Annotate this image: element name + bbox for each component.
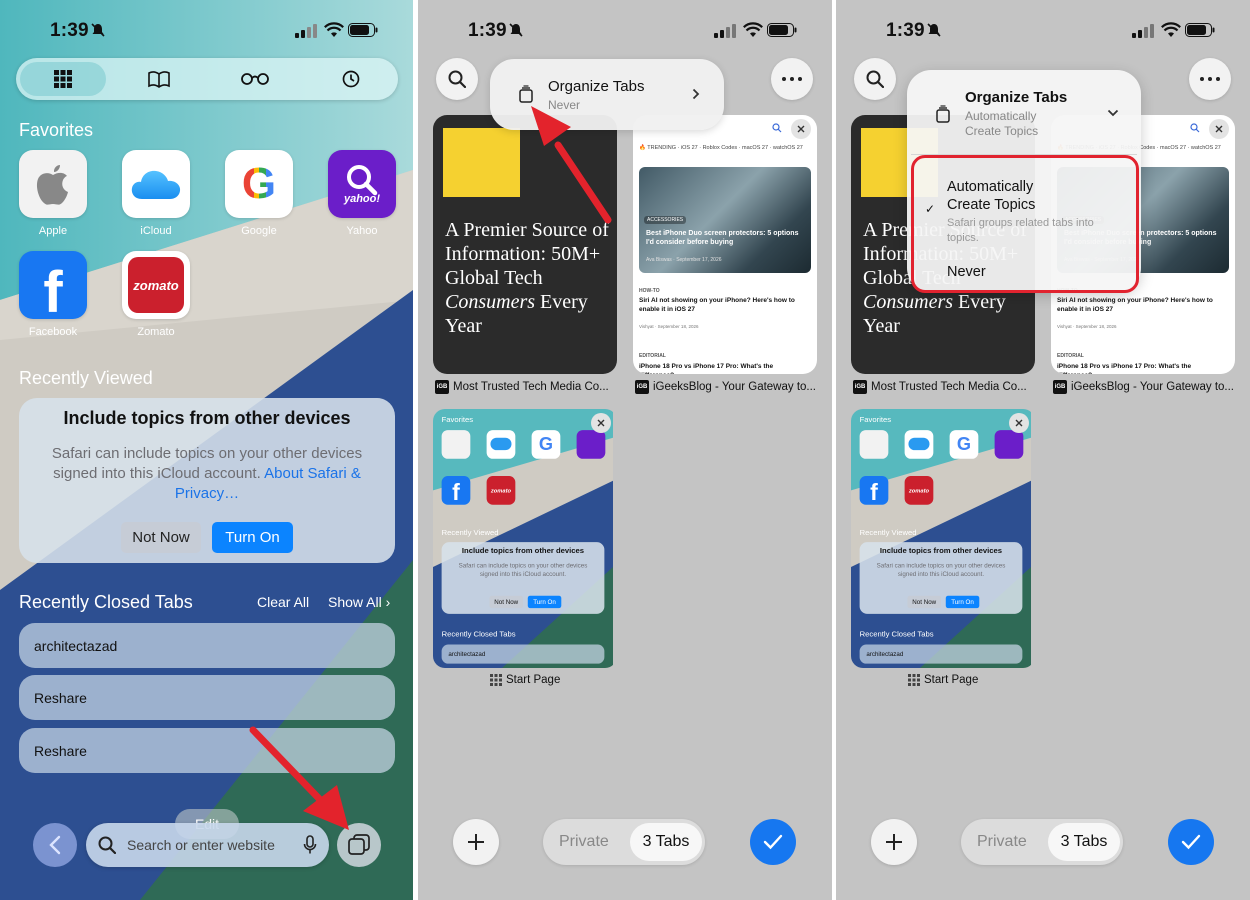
- apple-logo-icon: [441, 430, 471, 459]
- favicon: iGB: [853, 380, 867, 394]
- yahoo-logo-icon: [994, 430, 1024, 459]
- start-page-tab-thumbnail[interactable]: Favorites G f zomato Recently Viewed Inc…: [851, 409, 1035, 668]
- card-title: Include topics from other devices: [879, 546, 1003, 556]
- turn-on-button: Turn On: [527, 595, 562, 609]
- favorites-heading: Favorites: [859, 415, 892, 424]
- search-tabs-button[interactable]: [854, 58, 896, 100]
- new-tab-button[interactable]: [871, 819, 917, 865]
- private-tab-group[interactable]: Private: [559, 833, 609, 851]
- tab-group-switcher: Private 3 Tabs: [961, 819, 1123, 865]
- highlight-box: [911, 155, 1139, 293]
- done-button[interactable]: [750, 819, 796, 865]
- grid-icon: [908, 674, 920, 686]
- start-page-panel: 1:39 Favorites Apple iCloud G Google yah…: [0, 0, 413, 900]
- tab-title: Most Trusted Tech Media Co...: [453, 381, 609, 393]
- tab-stack-icon: [936, 105, 950, 123]
- tab-caption: Start Page: [908, 674, 978, 686]
- tab-group-switcher: Private 3 Tabs: [543, 819, 705, 865]
- close-tab-button[interactable]: [1209, 119, 1229, 139]
- icloud-logo-icon: [904, 430, 934, 459]
- organize-tabs-value: Automatically Create Topics: [965, 109, 1039, 138]
- plus-icon: [468, 834, 484, 850]
- yahoo-logo-icon: [576, 430, 606, 459]
- recently-closed-heading: Recently Closed Tabs: [441, 630, 516, 639]
- tabs-tab-group[interactable]: 3 Tabs: [1048, 823, 1120, 861]
- annotation-arrow: [531, 106, 612, 224]
- start-page-preview: Favorites G f zomato Recently Viewed Inc…: [851, 409, 1031, 668]
- new-tab-button[interactable]: [453, 819, 499, 865]
- chevron-down-icon[interactable]: [1107, 109, 1119, 117]
- favicon: iGB: [635, 380, 649, 394]
- clock: 1:39: [886, 20, 925, 41]
- google-logo-icon: G: [949, 430, 979, 459]
- card-body: Safari can include topics on your other …: [458, 561, 588, 578]
- zomato-logo-icon: zomato: [486, 476, 516, 505]
- tab-title: iGeeksBlog - Your Gateway to...: [1071, 381, 1235, 393]
- organize-tabs-title: Organize Tabs: [965, 89, 1068, 106]
- google-logo-icon: G: [531, 430, 561, 459]
- tab-caption: iGB Most Trusted Tech Media Co...: [435, 380, 609, 394]
- card-body: Safari can include topics on your other …: [876, 561, 1006, 578]
- start-page-tab-thumbnail[interactable]: Favorites G f zomato Recently Viewed Inc…: [433, 409, 617, 668]
- include-topics-card: Include topics from other devices Safari…: [441, 542, 605, 614]
- tab-title: Most Trusted Tech Media Co...: [871, 381, 1027, 393]
- tab-caption: iGB iGeeksBlog - Your Gateway to...: [635, 380, 816, 394]
- more-options-button[interactable]: [1189, 58, 1231, 100]
- ellipsis-icon: [1200, 77, 1220, 81]
- annotation-arrow: [249, 726, 349, 830]
- close-icon: [1215, 125, 1223, 133]
- article-title: Siri AI not showing on your iPhone? Here…: [1057, 297, 1213, 313]
- status-bar: 1:39: [836, 18, 1250, 46]
- closed-tab-item: architectazad: [859, 644, 1023, 664]
- card-title: Include topics from other devices: [461, 546, 585, 556]
- tab-caption: iGB iGeeksBlog - Your Gateway to...: [1053, 380, 1234, 394]
- tabs-tab-group[interactable]: 3 Tabs: [630, 823, 702, 861]
- search-icon: [866, 70, 884, 88]
- apple-logo-icon: [859, 430, 889, 459]
- checkmark-icon: [1181, 834, 1201, 850]
- article-title: iPhone 18 Pro vs iPhone 17 Pro: What's t…: [1057, 363, 1192, 374]
- favicon: iGB: [1053, 380, 1067, 394]
- tab-title: iGeeksBlog - Your Gateway to...: [653, 381, 817, 393]
- wifi-icon: [1161, 22, 1181, 37]
- close-icon: [1015, 419, 1023, 427]
- favicon: iGB: [435, 380, 449, 394]
- facebook-logo-icon: f: [441, 476, 471, 505]
- icloud-logo-icon: [486, 430, 516, 459]
- battery-icon: [1185, 23, 1215, 37]
- tab-caption: Start Page: [490, 674, 560, 686]
- private-tab-group[interactable]: Private: [977, 833, 1027, 851]
- silent-mode-icon: [927, 23, 941, 37]
- article-meta: Vishyat · September 18, 2026: [639, 324, 699, 329]
- article-title: iPhone 18 Pro vs iPhone 17 Pro: What's t…: [639, 363, 774, 374]
- tab-title: Start Page: [506, 674, 561, 686]
- close-tab-button[interactable]: [591, 413, 611, 433]
- grid-icon: [490, 674, 502, 686]
- headline-italic: Consumers: [863, 291, 954, 313]
- article-meta: Vishyat · September 18, 2026: [1057, 324, 1117, 329]
- section-label: EDITORIAL: [639, 353, 666, 359]
- search-icon: [1190, 123, 1200, 133]
- turn-on-button: Turn On: [945, 595, 980, 609]
- recently-viewed-heading: Recently Viewed: [441, 528, 499, 537]
- tab-title: Start Page: [924, 674, 979, 686]
- done-button[interactable]: [1168, 819, 1214, 865]
- zomato-logo-icon: zomato: [904, 476, 934, 505]
- close-icon: [597, 419, 605, 427]
- checkmark-icon: [763, 834, 783, 850]
- recently-closed-heading: Recently Closed Tabs: [859, 630, 934, 639]
- not-now-button: Not Now: [907, 595, 941, 609]
- facebook-logo-icon: f: [859, 476, 889, 505]
- closed-tab-item: architectazad: [441, 644, 605, 664]
- favorites-heading: Favorites: [441, 415, 474, 424]
- not-now-button: Not Now: [489, 595, 523, 609]
- plus-icon: [886, 834, 902, 850]
- recently-viewed-heading: Recently Viewed: [859, 528, 917, 537]
- include-topics-card: Include topics from other devices Safari…: [859, 542, 1023, 614]
- tab-caption: iGB Most Trusted Tech Media Co...: [853, 380, 1027, 394]
- section-label: EDITORIAL: [1057, 353, 1084, 359]
- close-tab-button[interactable]: [1009, 413, 1029, 433]
- start-page-preview: Favorites G f zomato Recently Viewed Inc…: [433, 409, 613, 668]
- cellular-signal-icon: [1132, 24, 1154, 38]
